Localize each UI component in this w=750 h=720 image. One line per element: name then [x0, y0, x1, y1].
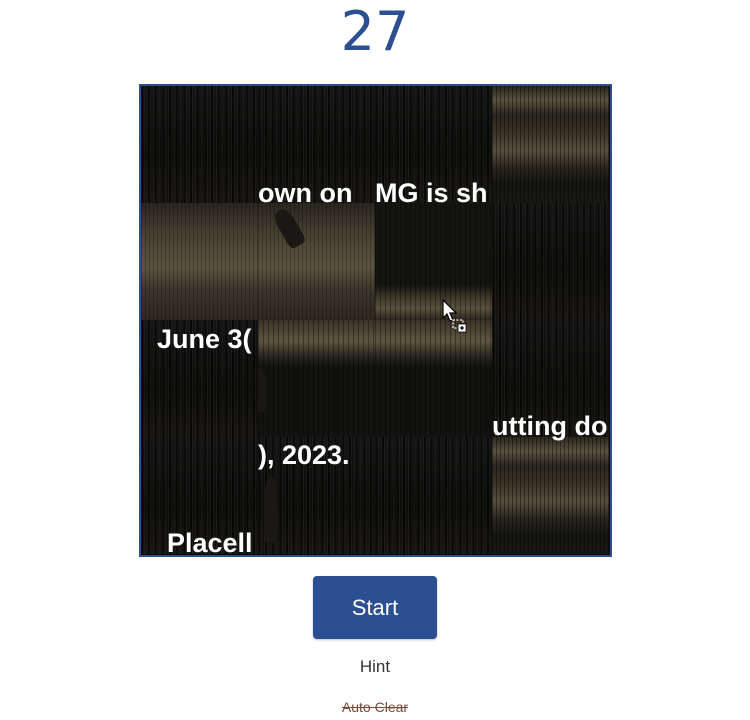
tile-text: own on	[258, 178, 353, 203]
puzzle-tile[interactable]	[375, 437, 492, 554]
tile-text: June 3(	[157, 324, 252, 354]
walker-figure	[264, 477, 278, 543]
tile-text: Placell	[167, 528, 253, 557]
puzzle-tile[interactable]: MG is sh	[375, 86, 492, 203]
puzzle-tile[interactable]	[492, 86, 609, 203]
move-counter: 27	[340, 0, 410, 63]
puzzle-tile[interactable]	[375, 203, 492, 320]
move-cursor-icon	[442, 298, 467, 333]
hint-link[interactable]: Hint	[0, 657, 750, 677]
puzzle-tile[interactable]	[492, 203, 609, 320]
puzzle-board[interactable]: own on MG is sh June 3( ), 2023. utting …	[139, 84, 612, 557]
puzzle-tile[interactable]	[258, 320, 375, 437]
puzzle-tile[interactable]	[258, 203, 375, 320]
puzzle-tile[interactable]	[141, 86, 258, 203]
tile-text: utting do	[492, 411, 608, 441]
puzzle-tile[interactable]: own on	[258, 86, 375, 203]
tile-text: ), 2023.	[258, 440, 350, 470]
auto-clear-link[interactable]: Auto Clear	[0, 699, 750, 715]
tile-text: MG is sh	[375, 178, 488, 203]
puzzle-tile[interactable]: June 3(	[141, 320, 258, 437]
puzzle-tile[interactable]	[492, 437, 609, 554]
start-button[interactable]: Start	[313, 576, 437, 639]
walker-shadow	[271, 206, 307, 250]
puzzle-tile[interactable]	[375, 320, 492, 437]
walker-figure	[258, 368, 266, 412]
puzzle-tile[interactable]: ), 2023.	[258, 437, 375, 554]
puzzle-tile[interactable]	[141, 203, 258, 320]
